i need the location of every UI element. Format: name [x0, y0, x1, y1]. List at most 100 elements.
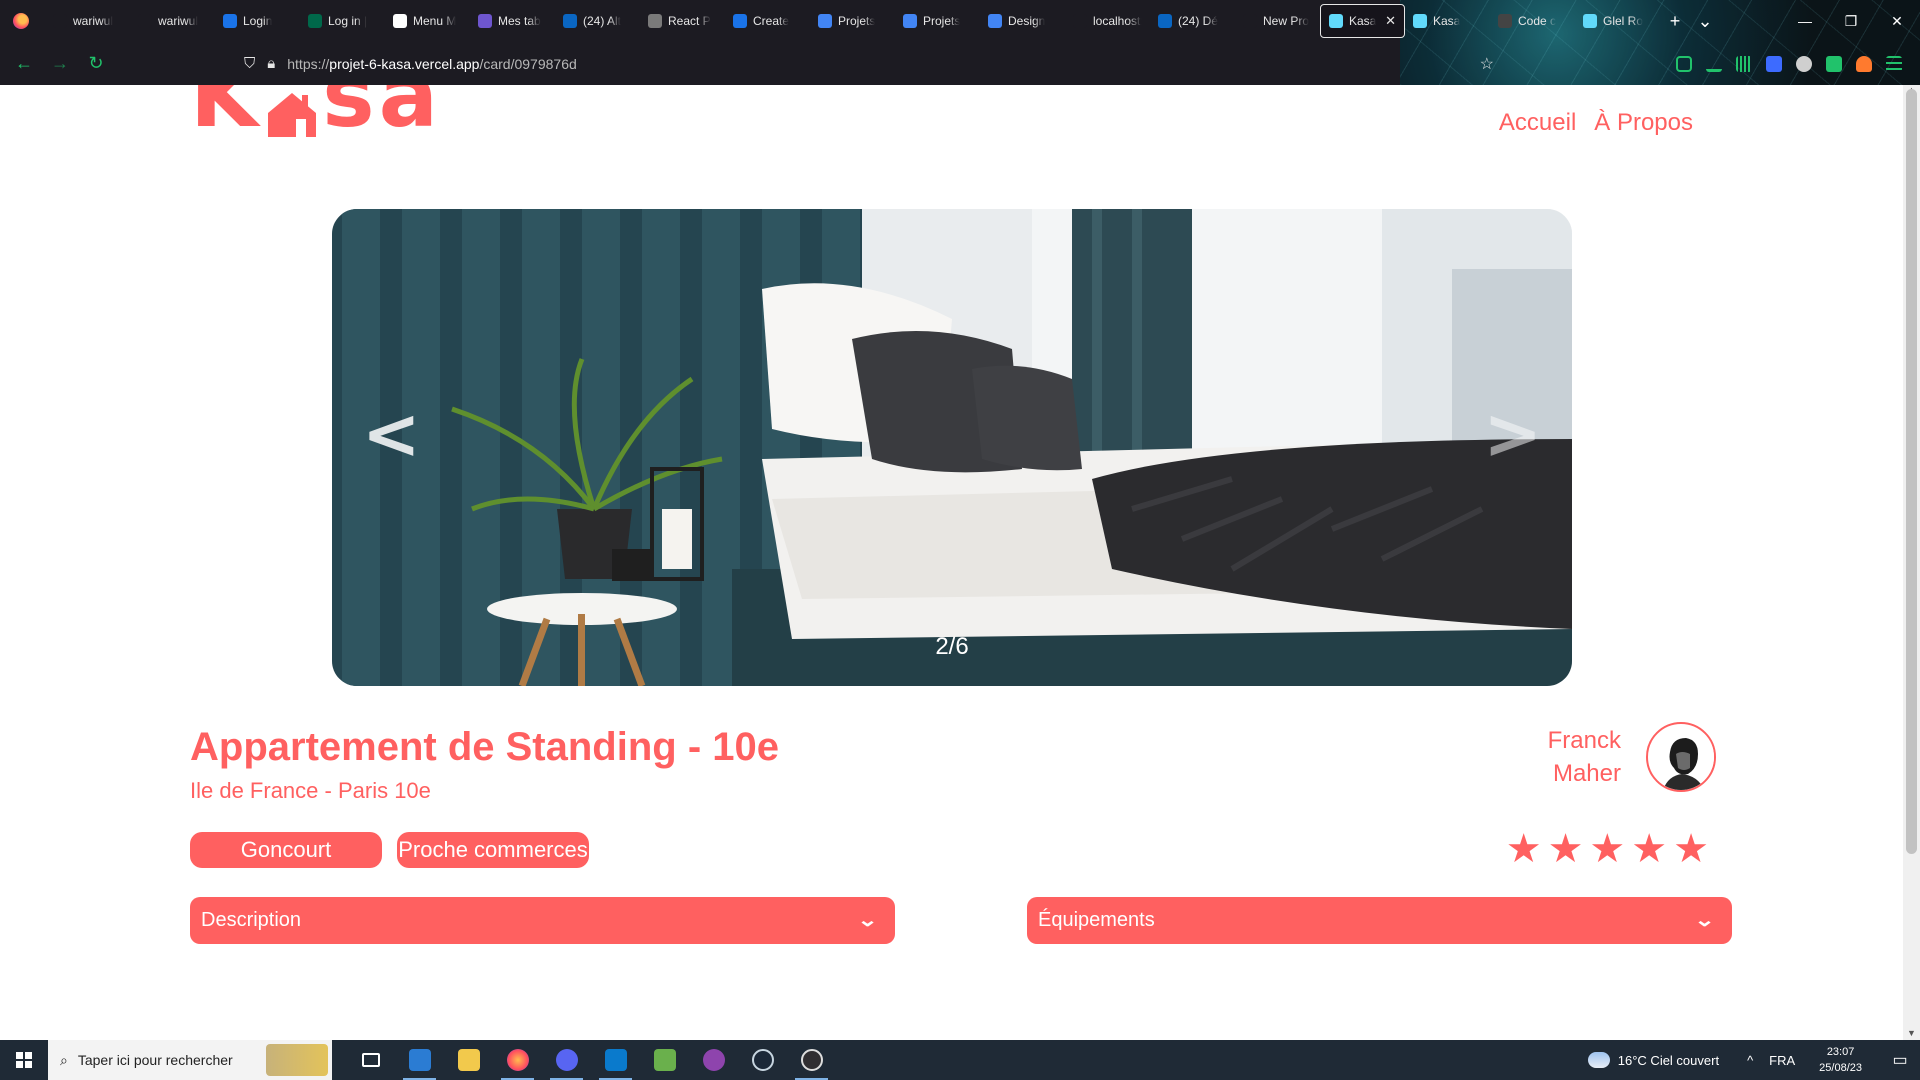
browser-tab[interactable]: Code c	[1490, 4, 1575, 38]
scrollbar-thumb[interactable]	[1906, 89, 1917, 854]
browser-tab-label: Kasa	[1433, 14, 1461, 28]
nav-link-home[interactable]: Accueil	[1499, 109, 1576, 137]
file-explorer-icon[interactable]	[444, 1040, 493, 1080]
tag-list: Goncourt Proche commerces	[190, 832, 589, 868]
browser-tab[interactable]: Log in |	[300, 4, 385, 38]
host-last-name: Maher	[1552, 760, 1621, 787]
browser-tab-label: Projets	[838, 14, 876, 28]
scroll-down-arrow-icon[interactable]: ▼	[1903, 1028, 1920, 1038]
d-icon	[478, 14, 492, 28]
kasa-logo[interactable]: K sa	[190, 85, 442, 147]
carousel-photo-bedroom	[332, 209, 1572, 686]
browser-tab[interactable]: Mes tab	[470, 4, 555, 38]
bookmark-star-icon[interactable]: ☆	[1480, 54, 1494, 74]
browser-tab[interactable]: (24) Alt	[555, 4, 640, 38]
chevron-down-icon[interactable]: ⌄	[1694, 910, 1715, 931]
taskbar-search[interactable]: ⌕ Taper ici pour rechercher	[48, 1040, 332, 1080]
menu-hamburger-icon[interactable]	[1886, 55, 1902, 72]
collapse-equipments-label: Équipements	[1038, 909, 1155, 931]
rt-icon	[1498, 14, 1512, 28]
browser-tab[interactable]: React P	[640, 4, 725, 38]
browser-tab[interactable]: wariwul	[45, 4, 130, 38]
trello-icon	[393, 14, 407, 28]
url-scheme: https://	[287, 55, 330, 72]
browser-tab-label: localhost:40	[1093, 14, 1142, 28]
notification-center-icon[interactable]: ▭	[1880, 1050, 1920, 1070]
chevron-down-icon[interactable]: ⌄	[857, 910, 878, 931]
browser-tab-label: New Pro	[1263, 14, 1310, 28]
vscode-icon[interactable]	[591, 1040, 640, 1080]
browser-tab[interactable]: (24) Dé	[1150, 4, 1235, 38]
browser-tab[interactable]: Projets	[895, 4, 980, 38]
browser-tab[interactable]: New Pro	[1235, 4, 1320, 38]
browser-tab[interactable]: Create	[725, 4, 810, 38]
extension-blue-icon[interactable]	[1766, 55, 1782, 72]
collapse-equipments[interactable]: Équipements ⌄	[1027, 897, 1732, 944]
browser-tab[interactable]: Projets	[810, 4, 895, 38]
browser-tab[interactable]: localhost:40	[1065, 4, 1150, 38]
collapse-description-label: Description	[201, 909, 302, 931]
carousel-next-chevron-right-icon[interactable]: >	[1483, 399, 1542, 469]
clock-date: 25/08/23	[1819, 1062, 1862, 1074]
browser-tab-label: Projets	[923, 14, 961, 28]
game-launcher-icon[interactable]	[689, 1040, 738, 1080]
browser-tab[interactable]: Kasa ✕	[1320, 4, 1405, 38]
taskbar-clock[interactable]: 23:07 25/08/23	[1819, 1044, 1862, 1076]
windows-taskbar: ⌕ Taper ici pour rechercher 16°C Ciel co…	[0, 1040, 1920, 1080]
logo-letter-k: K	[190, 85, 263, 147]
browser-tab[interactable]: Login	[215, 4, 300, 38]
collapse-description[interactable]: Description ⌄	[190, 897, 895, 944]
search-highlight-image	[266, 1044, 328, 1076]
avatar-portrait	[1650, 726, 1714, 790]
carousel-prev-chevron-left-icon[interactable]: <	[362, 399, 421, 469]
weather-widget[interactable]: 16°C Ciel couvert	[1587, 1052, 1719, 1068]
taskbar-apps	[346, 1040, 836, 1080]
browser-tab[interactable]: Menu M	[385, 4, 470, 38]
windows-start-button[interactable]	[0, 1040, 48, 1080]
url-text[interactable]: https://projet-6-kasa.vercel.app/card/09…	[287, 56, 577, 72]
extension-toolbar	[1676, 42, 1920, 85]
download-icon[interactable]	[1706, 56, 1722, 72]
minimize-icon[interactable]: —	[1782, 0, 1828, 42]
react-icon	[1583, 14, 1597, 28]
browser-tab-label: wariwul	[158, 14, 199, 28]
address-bar[interactable]: ⛉ 🔒︎ https://projet-6-kasa.vercel.app/ca…	[244, 48, 1494, 80]
shield-icon[interactable]: ⛉	[244, 55, 255, 72]
close-window-icon[interactable]: ✕	[1874, 0, 1920, 42]
library-icon[interactable]	[1736, 55, 1752, 72]
browser-tab[interactable]: Glel Ro	[1575, 4, 1660, 38]
task-view-icon[interactable]	[346, 1040, 395, 1080]
discord-icon[interactable]	[542, 1040, 591, 1080]
obs-icon[interactable]	[787, 1040, 836, 1080]
account-icon[interactable]	[1856, 55, 1872, 72]
browser-tab-label: Menu M	[413, 14, 457, 28]
notepad-icon[interactable]	[640, 1040, 689, 1080]
back-arrow-icon[interactable]: ←	[6, 53, 42, 74]
host-info: Franck Maher	[1531, 722, 1716, 792]
forward-arrow-icon[interactable]: →	[42, 53, 78, 74]
react-icon	[1413, 14, 1427, 28]
firefox-taskbar-icon[interactable]	[493, 1040, 542, 1080]
nav-link-about[interactable]: À Propos	[1594, 109, 1693, 137]
browser-tab[interactable]: Design	[980, 4, 1065, 38]
language-indicator[interactable]: FRA	[1769, 1053, 1795, 1068]
pocket-icon[interactable]	[1676, 55, 1692, 72]
firefox-icon[interactable]	[13, 13, 29, 29]
extension-gear-icon[interactable]	[1796, 55, 1812, 72]
mail-icon[interactable]	[395, 1040, 444, 1080]
lock-icon[interactable]: 🔒︎	[267, 55, 275, 72]
triangle-icon	[1243, 14, 1257, 28]
browser-tab[interactable]: wariwul	[130, 4, 215, 38]
close-tab-icon[interactable]: ✕	[1385, 13, 1396, 29]
extensions-puzzle-icon[interactable]	[1826, 55, 1842, 72]
tab-overflow-chevron-icon[interactable]: ⌄	[1690, 11, 1720, 32]
listing-location: Ile de France - Paris 10e	[190, 778, 431, 803]
reload-icon[interactable]: ↻	[78, 53, 114, 74]
browser-tab[interactable]: Kasa	[1405, 4, 1490, 38]
steam-icon[interactable]	[738, 1040, 787, 1080]
restore-icon[interactable]: ❐	[1828, 0, 1874, 42]
linkedin-icon	[1158, 14, 1172, 28]
page-scrollbar[interactable]: ▲ ▼	[1903, 85, 1920, 1040]
new-tab-icon[interactable]: +	[1660, 11, 1690, 32]
tray-overflow-chevron-up-icon[interactable]: ^	[1747, 1053, 1753, 1068]
